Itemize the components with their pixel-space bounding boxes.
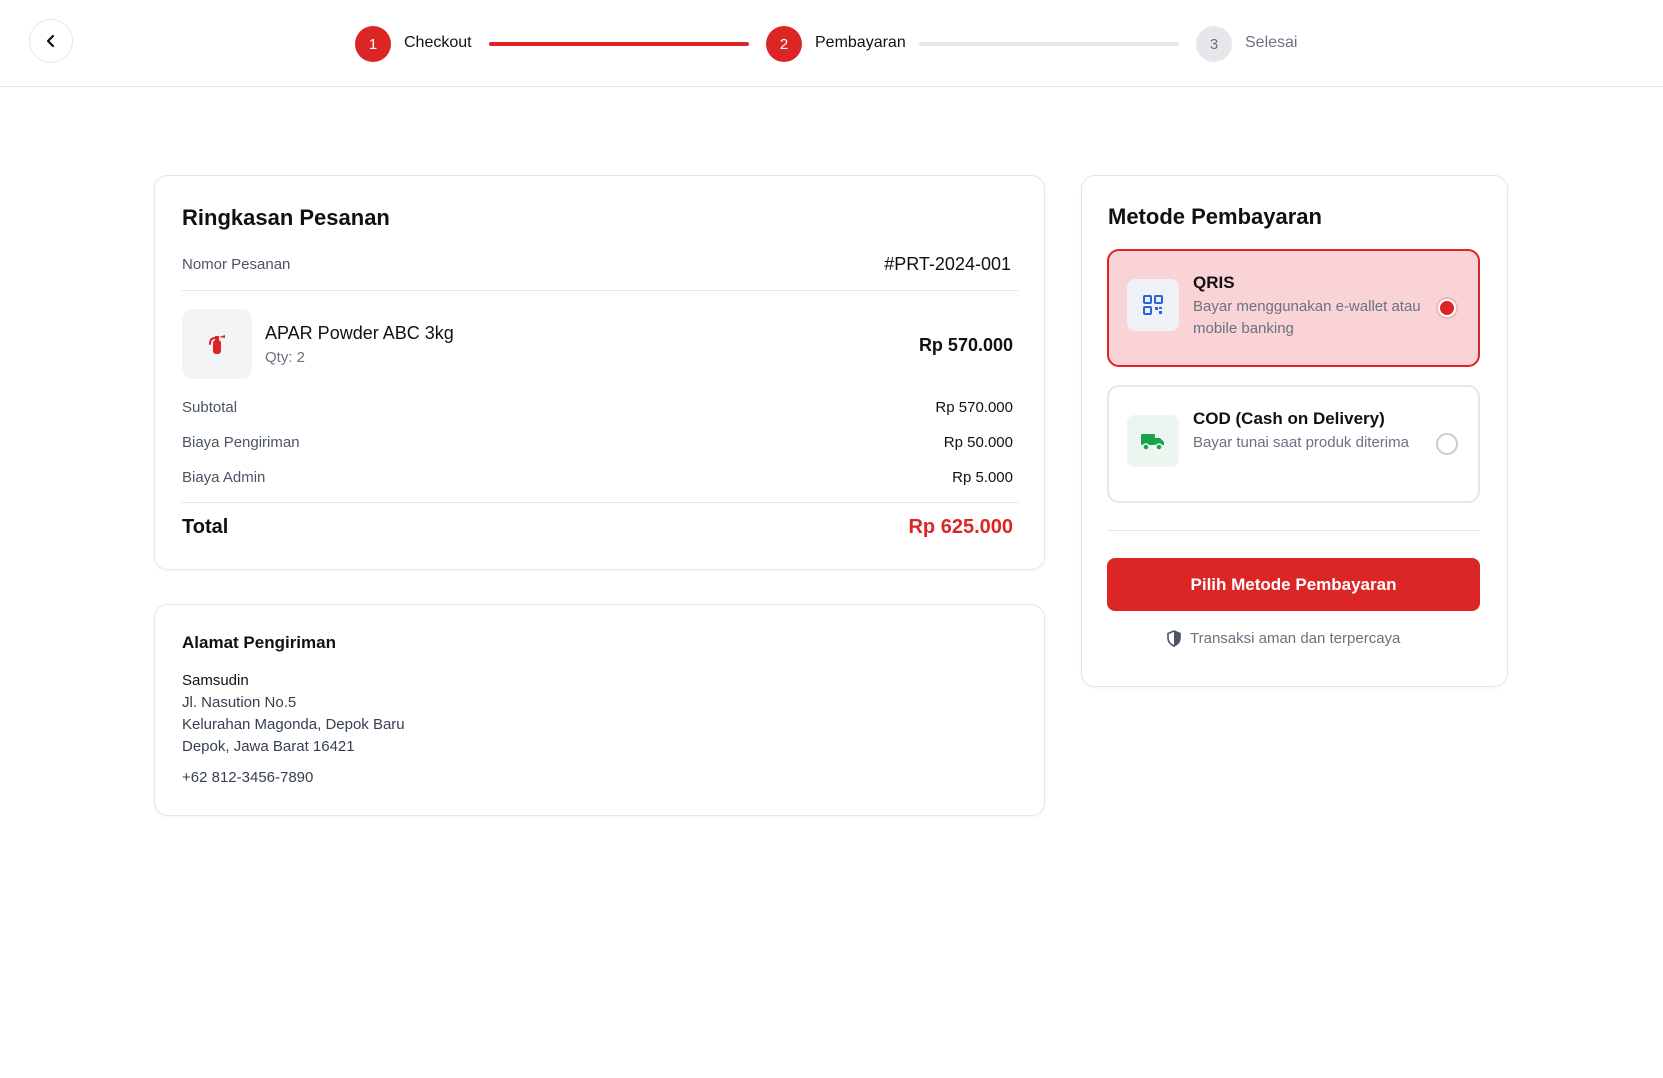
qris-description: Bayar menggunakan e-wallet atau mobile b… bbox=[1193, 298, 1421, 337]
secure-note: Transaksi aman dan terpercaya bbox=[1166, 630, 1400, 647]
top-bar: 1 Checkout 2 Pembayaran 3 Selesai bbox=[0, 0, 1663, 87]
shipping-fee-value: Rp 50.000 bbox=[943, 434, 1013, 451]
divider bbox=[182, 290, 1018, 291]
qris-radio[interactable] bbox=[1436, 297, 1458, 319]
cod-radio[interactable] bbox=[1436, 433, 1458, 455]
shipping-address-title: Alamat Pengiriman bbox=[182, 633, 336, 652]
step-1-circle: 1 bbox=[355, 26, 391, 62]
payment-option-cod[interactable]: COD (Cash on Delivery) Bayar tunai saat … bbox=[1107, 385, 1480, 503]
address-line-1: Jl. Nasution No.5 bbox=[182, 694, 297, 711]
qris-title: QRIS bbox=[1193, 273, 1235, 292]
total-label: Total bbox=[182, 516, 229, 538]
chevron-left-icon bbox=[46, 34, 55, 48]
subtotal-value: Rp 570.000 bbox=[935, 399, 1013, 416]
qris-icon-box bbox=[1127, 279, 1179, 331]
step-2-label: Pembayaran bbox=[815, 34, 906, 51]
address-line-2: Kelurahan Magonda, Depok Baru bbox=[182, 716, 405, 733]
recipient-name: Samsudin bbox=[182, 672, 249, 689]
cod-title: COD (Cash on Delivery) bbox=[1193, 409, 1385, 428]
product-thumbnail bbox=[182, 309, 252, 379]
step-1-progress-line bbox=[489, 42, 749, 46]
total-value: Rp 625.000 bbox=[908, 516, 1013, 538]
step-2-progress-line bbox=[919, 42, 1179, 46]
truck-icon bbox=[1141, 434, 1164, 451]
product-price: Rp 570.000 bbox=[918, 335, 1013, 355]
step-3-label: Selesai bbox=[1245, 34, 1298, 51]
divider bbox=[182, 502, 1018, 503]
cod-icon-box bbox=[1127, 415, 1179, 467]
choose-payment-method-button[interactable]: Pilih Metode Pembayaran bbox=[1107, 558, 1480, 611]
shipping-fee-label: Biaya Pengiriman bbox=[182, 434, 300, 451]
step-3-circle: 3 bbox=[1196, 26, 1232, 62]
step-1-label: Checkout bbox=[404, 34, 472, 51]
product-name: APAR Powder ABC 3kg bbox=[265, 323, 454, 343]
admin-fee-label: Biaya Admin bbox=[182, 469, 266, 486]
product-qty: Qty: 2 bbox=[265, 349, 306, 366]
secure-note-text: Transaksi aman dan terpercaya bbox=[1190, 630, 1401, 647]
recipient-phone: +62 812-3456-7890 bbox=[182, 769, 314, 786]
order-number-label: Nomor Pesanan bbox=[182, 256, 291, 273]
qr-code-icon bbox=[1143, 295, 1163, 315]
order-summary-card: Ringkasan Pesanan Nomor Pesanan #PRT-202… bbox=[154, 175, 1045, 570]
cod-description: Bayar tunai saat produk diterima bbox=[1193, 434, 1409, 451]
divider bbox=[1107, 530, 1480, 531]
fire-extinguisher-icon bbox=[209, 335, 225, 354]
shield-icon bbox=[1167, 630, 1181, 647]
payment-method-title: Metode Pembayaran bbox=[1108, 204, 1322, 229]
subtotal-label: Subtotal bbox=[182, 399, 238, 416]
address-line-3: Depok, Jawa Barat 16421 bbox=[182, 738, 355, 755]
payment-option-qris[interactable]: QRIS Bayar menggunakan e-wallet atau mob… bbox=[1107, 249, 1480, 367]
shipping-address-card: Alamat Pengiriman Samsudin Jl. Nasution … bbox=[154, 604, 1045, 816]
order-summary-title: Ringkasan Pesanan bbox=[182, 205, 390, 230]
step-2-circle: 2 bbox=[766, 26, 802, 62]
admin-fee-value: Rp 5.000 bbox=[952, 469, 1013, 486]
order-number: #PRT-2024-001 bbox=[884, 254, 1011, 274]
back-button[interactable] bbox=[29, 19, 73, 63]
